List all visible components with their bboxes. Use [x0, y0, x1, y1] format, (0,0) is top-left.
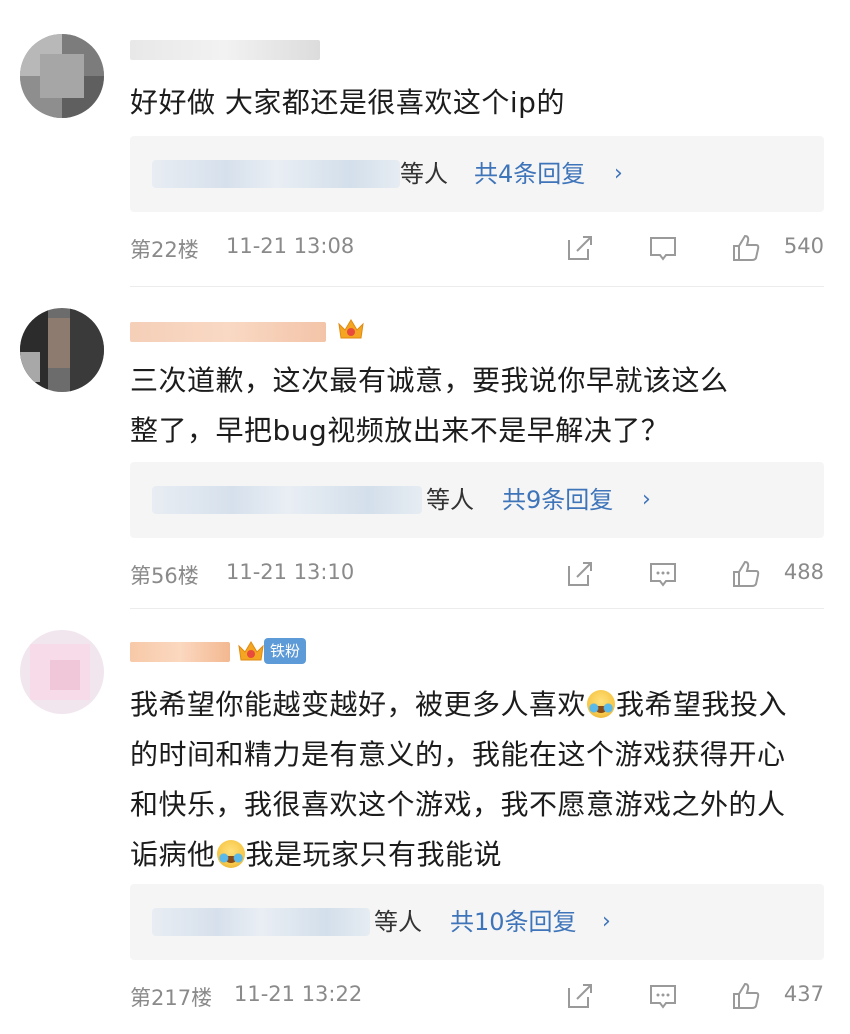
emoji-icon	[587, 690, 616, 718]
comment-text-line: 三次道歉，这次最有诚意，要我说你早就该这么	[130, 364, 729, 397]
reply-count-link[interactable]: 共4条回复	[474, 136, 585, 212]
comment-icon[interactable]	[647, 558, 679, 590]
reply-who-label: 等人	[374, 908, 422, 936]
reply-users-redacted	[152, 486, 422, 514]
reply-count-link[interactable]: 共10条回复	[450, 884, 577, 960]
crown-icon	[338, 319, 364, 339]
floor-number: 第56楼	[130, 564, 199, 588]
reply-who-label: 等人	[400, 160, 448, 188]
reply-count-link[interactable]: 共9条回复	[502, 462, 613, 538]
comment-text: 三次道歉，这次最有诚意，要我说你早就该这么 整了，早把bug视频放出来不是早解决…	[130, 356, 820, 456]
chevron-right-icon: ›	[614, 161, 623, 186]
chevron-right-icon: ›	[602, 909, 611, 934]
comment-meta: 第56楼 11-21 13:10 488	[130, 554, 824, 594]
comment-item: 三次道歉，这次最有诚意，要我说你早就该这么 整了，早把bug视频放出来不是早解决…	[0, 290, 850, 610]
comment-icon[interactable]	[647, 980, 679, 1012]
divider	[130, 608, 824, 609]
reply-who-label: 等人	[426, 486, 474, 514]
comment-text-part: 我希望你能越变越好，被更多人喜欢	[130, 688, 587, 721]
username-redacted[interactable]	[130, 642, 230, 662]
comment-icon[interactable]	[647, 232, 679, 264]
comment-item: 好好做 大家都还是很喜欢这个ip的 等人 共4条回复 › 第22楼 11-21 …	[0, 0, 850, 290]
reply-summary[interactable]: 等人 共10条回复 ›	[130, 884, 824, 960]
comment-text-line: 整了，早把bug视频放出来不是早解决了？	[130, 414, 670, 447]
share-icon[interactable]	[564, 980, 596, 1012]
username-redacted[interactable]	[130, 40, 320, 60]
timestamp: 11-21 13:22	[234, 982, 363, 1006]
reply-users-redacted	[152, 160, 400, 188]
fan-badge: 铁粉	[264, 638, 307, 664]
avatar[interactable]	[20, 308, 104, 392]
comment-text: 好好做 大家都还是很喜欢这个ip的	[130, 86, 565, 119]
floor-number: 第217楼	[130, 986, 213, 1010]
comment-item: 铁粉 我希望你能越变越好，被更多人喜欢 我希望我投入的时间和精力是有意义的，我能在…	[0, 610, 850, 1034]
share-icon[interactable]	[564, 558, 596, 590]
username-redacted[interactable]	[130, 322, 326, 342]
reply-users-redacted	[152, 908, 370, 936]
like-icon[interactable]	[730, 558, 762, 590]
emoji-icon	[216, 840, 245, 868]
comment-meta: 第22楼 11-21 13:08 540	[130, 228, 824, 268]
chevron-right-icon: ›	[642, 487, 651, 512]
avatar[interactable]	[20, 630, 104, 714]
timestamp: 11-21 13:08	[226, 234, 355, 258]
crown-icon	[238, 641, 264, 661]
comment-text: 我希望你能越变越好，被更多人喜欢 我希望我投入的时间和精力是有意义的，我能在这个游…	[130, 680, 810, 880]
share-icon[interactable]	[564, 232, 596, 264]
reply-summary[interactable]: 等人 共9条回复 ›	[130, 462, 824, 538]
timestamp: 11-21 13:10	[226, 560, 355, 584]
like-icon[interactable]	[730, 980, 762, 1012]
avatar[interactable]	[20, 34, 104, 118]
like-count: 437	[783, 982, 824, 1006]
comment-meta: 第217楼 11-21 13:22 437	[130, 976, 824, 1016]
reply-summary[interactable]: 等人 共4条回复 ›	[130, 136, 824, 212]
like-count: 540	[783, 234, 824, 258]
divider	[130, 286, 824, 287]
like-count: 488	[783, 560, 824, 584]
floor-number: 第22楼	[130, 238, 199, 262]
comment-text-part: 我是玩家只有我能说	[245, 838, 503, 871]
like-icon[interactable]	[730, 232, 762, 264]
